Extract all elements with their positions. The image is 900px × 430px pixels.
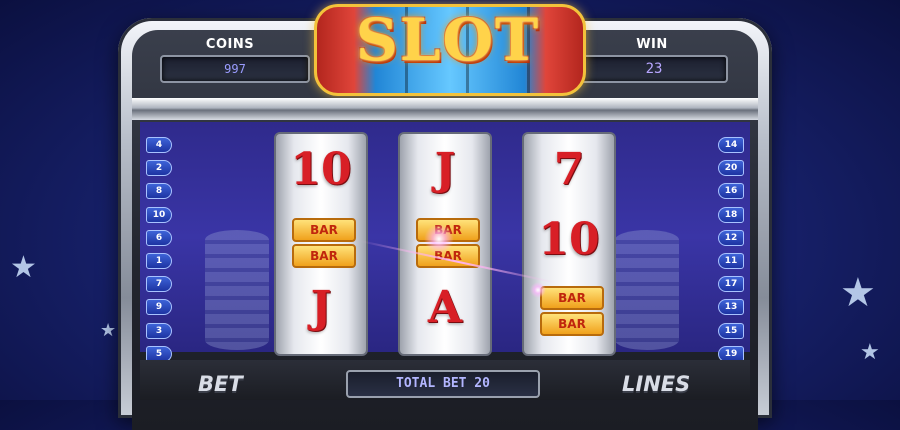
payline-column-right: 14 20 16 18 12 11 17 13 15 19 — [718, 137, 746, 369]
reel-3: 7 10 BAR BAR — [522, 132, 616, 356]
star-decoration: ★ — [10, 250, 37, 285]
payline-badge[interactable]: 3 — [146, 322, 172, 339]
sparkle-effect — [530, 282, 546, 298]
reel-symbol: 10 — [538, 214, 600, 265]
reel-symbol: J — [310, 282, 332, 333]
payline-badge[interactable]: 14 — [718, 137, 744, 153]
slot-logo: SLOT — [300, 0, 596, 96]
coins-label: COINS — [205, 37, 255, 52]
payline-badge[interactable]: 9 — [146, 299, 172, 316]
payline-badge[interactable]: 7 — [146, 276, 172, 293]
payline-badge[interactable]: 10 — [146, 206, 172, 223]
payline-badge[interactable]: 6 — [146, 229, 172, 246]
payline-badge[interactable]: 13 — [718, 299, 744, 316]
bar-symbol: BAR — [540, 286, 604, 310]
total-bet-display: TOTAL BET 20 — [346, 370, 540, 398]
payline-badge[interactable]: 16 — [718, 183, 744, 200]
chrome-divider — [132, 98, 758, 120]
coins-display: 997 — [160, 55, 310, 83]
logo-text: SLOT — [355, 6, 541, 74]
reel-symbol: 10 — [290, 144, 352, 195]
reel-symbol: J — [434, 144, 456, 195]
payline-badge[interactable]: 1 — [146, 252, 172, 269]
payline-column-left: 4 2 8 10 6 1 7 9 3 5 — [146, 137, 174, 369]
payline-badge[interactable]: 15 — [718, 322, 744, 339]
star-decoration: ★ — [860, 340, 880, 365]
payline-badge[interactable]: 20 — [718, 160, 744, 177]
bar-symbol: BAR — [292, 244, 356, 268]
win-display: 23 — [580, 55, 728, 83]
payline-badge[interactable]: 11 — [718, 252, 744, 269]
payline-badge[interactable]: 17 — [718, 276, 744, 293]
bar-symbol: BAR — [540, 312, 604, 336]
reel-1: 10 BAR BAR J — [274, 132, 368, 356]
coin-stack-decoration — [615, 230, 679, 350]
payline-badge[interactable]: 2 — [146, 160, 172, 177]
reel-symbol: A — [427, 282, 463, 333]
star-decoration: ★ — [840, 270, 876, 316]
payline-badge[interactable]: 12 — [718, 229, 744, 246]
win-label: WIN — [636, 37, 668, 52]
payline-badge[interactable]: 4 — [146, 137, 172, 153]
star-decoration: ★ — [100, 320, 117, 341]
bar-symbol: BAR — [292, 218, 356, 242]
payline-badge[interactable]: 8 — [146, 183, 172, 200]
payline-badge[interactable]: 18 — [718, 206, 744, 223]
coin-stack-decoration — [205, 230, 269, 350]
lines-button[interactable]: LINES — [622, 372, 690, 396]
sparkle-effect — [424, 224, 454, 254]
reel-symbol: 7 — [553, 144, 585, 195]
bet-button[interactable]: BET — [198, 372, 243, 396]
